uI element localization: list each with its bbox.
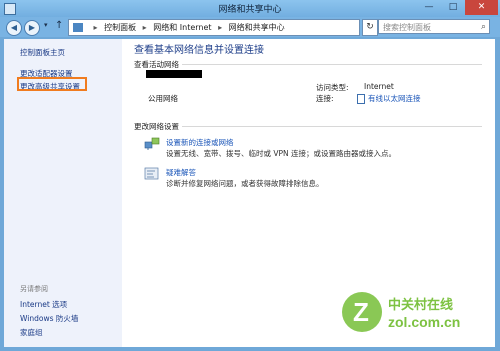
- search-input[interactable]: 搜索控制面板 ⌕: [378, 19, 490, 34]
- connection-link[interactable]: 有线以太网连接: [357, 93, 421, 104]
- search-placeholder: 搜索控制面板: [383, 23, 431, 32]
- up-arrow-icon[interactable]: ↑: [55, 20, 63, 31]
- sidebar-item-homegroup[interactable]: 家庭组: [20, 327, 43, 338]
- back-button[interactable]: ◀: [6, 20, 22, 36]
- network-type-link[interactable]: 公用网络: [148, 93, 178, 104]
- setup-new-connection-desc: 设置无线、宽带、拨号、临时或 VPN 连接；或设置路由器或接入点。: [166, 149, 397, 158]
- troubleshoot-icon: [144, 167, 159, 180]
- troubleshoot-link[interactable]: 疑难解答: [166, 167, 196, 178]
- access-type-value: Internet: [364, 82, 394, 91]
- connections-label: 连接:: [316, 94, 334, 103]
- connection-name[interactable]: 有线以太网连接: [368, 94, 421, 103]
- address-bar[interactable]: ▸ 控制面板 ▸ 网络和 Internet ▸ 网络和共享中心 ▾: [68, 19, 420, 36]
- section-divider: [182, 64, 482, 65]
- sidebar-item-internet-options[interactable]: Internet 选项: [20, 299, 67, 310]
- see-also-heading: 另请参阅: [20, 285, 48, 293]
- sidebar: 控制面板主页 更改适配器设置 更改高级共享设置 另请参阅 Internet 选项…: [4, 39, 122, 347]
- breadcrumb-control-panel[interactable]: 控制面板: [104, 23, 136, 32]
- search-icon[interactable]: ⌕: [481, 20, 486, 35]
- access-type-label: 访问类型:: [316, 83, 349, 92]
- new-connection-icon: [144, 137, 160, 150]
- breadcrumb-separator[interactable]: ▸: [143, 23, 147, 32]
- zol-logo-watermark: Z 中关村在线 zol.com.cn: [342, 292, 460, 332]
- breadcrumb-separator[interactable]: ▸: [94, 23, 98, 32]
- highlight-box: [17, 77, 87, 91]
- ethernet-icon: [357, 94, 365, 104]
- close-button[interactable]: ✕: [465, 0, 498, 15]
- recent-pages-chevron-icon[interactable]: ▾: [44, 21, 48, 29]
- sidebar-item-control-panel-home[interactable]: 控制面板主页: [20, 47, 65, 58]
- watermark-brand: 中关村在线: [388, 297, 453, 313]
- navigation-bar: ◀ ▶ ▾ ↑ ▸ 控制面板 ▸ 网络和 Internet ▸ 网络和共享中心 …: [0, 17, 500, 37]
- active-networks-label: 查看活动网络: [134, 60, 179, 69]
- breadcrumb-network-sharing-center[interactable]: 网络和共享中心: [229, 23, 285, 32]
- minimize-button[interactable]: —: [417, 0, 441, 15]
- title-bar[interactable]: 网络和共享中心 — □ ✕: [0, 0, 500, 17]
- control-panel-icon: [73, 23, 83, 32]
- maximize-button[interactable]: □: [441, 0, 465, 15]
- breadcrumb-separator[interactable]: ▸: [218, 23, 222, 32]
- sidebar-item-windows-firewall[interactable]: Windows 防火墙: [20, 313, 78, 324]
- watermark-domain: zol.com.cn: [388, 314, 460, 330]
- window: 网络和共享中心 — □ ✕ ◀ ▶ ▾ ↑ ▸ 控制面板 ▸ 网络和 Inter…: [0, 0, 500, 351]
- section-divider: [182, 126, 482, 127]
- breadcrumb-network-internet[interactable]: 网络和 Internet: [153, 23, 211, 32]
- forward-button[interactable]: ▶: [24, 20, 40, 36]
- redacted-network-name: [146, 70, 202, 78]
- change-settings-label: 更改网络设置: [134, 122, 179, 131]
- svg-text:Z: Z: [353, 297, 369, 327]
- setup-new-connection-link[interactable]: 设置新的连接或网络: [166, 137, 234, 148]
- refresh-button[interactable]: ↻: [362, 19, 378, 36]
- page-title: 查看基本网络信息并设置连接: [134, 45, 264, 56]
- troubleshoot-desc: 诊断并修复网络问题，或者获得故障排除信息。: [166, 179, 324, 188]
